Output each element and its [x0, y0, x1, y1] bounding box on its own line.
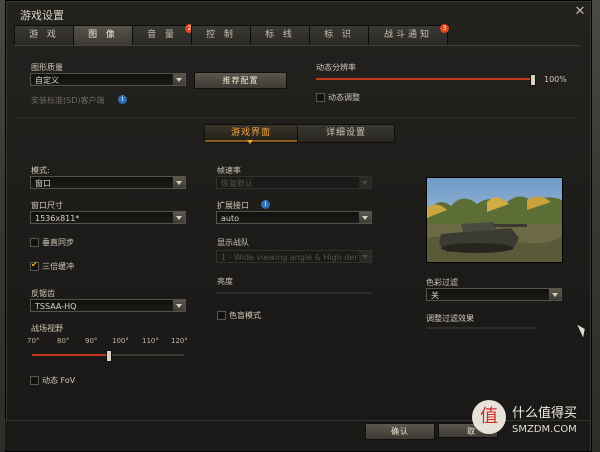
chevron-down-icon: [358, 251, 371, 262]
tab-battle-notifications[interactable]: 战斗通知 3: [368, 24, 449, 46]
fov-tick-label: 90°: [85, 337, 98, 345]
dynamic-resolution-label: 动态分辨率: [316, 63, 356, 72]
extended-interface-dropdown[interactable]: auto: [216, 211, 372, 224]
settings-tabs: 游 戏 图 像 音 量 2 控 制 标 线 标 识 战斗通知 3: [14, 24, 579, 46]
filter-strength-track[interactable]: [426, 327, 537, 329]
brightness-track[interactable]: [217, 292, 372, 294]
antialiasing-label: 反锯齿: [31, 289, 55, 298]
dynamic-resolution-value: 100%: [544, 75, 567, 84]
brightness-label: 亮度: [217, 277, 233, 286]
dynamic-resolution-fill: [316, 78, 534, 80]
quality-label: 图形质量: [31, 63, 63, 72]
antialiasing-dropdown[interactable]: TSSAA-HQ: [30, 299, 186, 312]
chevron-down-icon: [172, 212, 185, 223]
recommend-config-button[interactable]: 推荐配置: [194, 72, 287, 89]
notification-badge: 3: [440, 24, 449, 33]
color-filter-label: 色彩过滤: [426, 278, 458, 287]
mode-label: 模式:: [31, 166, 50, 175]
tab-markers[interactable]: 标 识: [309, 25, 369, 46]
display-team-dropdown: 1 - Wide viewing angle & High densi: [216, 250, 372, 263]
filter-strength-label: 调整过滤效果: [426, 314, 474, 323]
fov-tick-label: 70°: [27, 337, 40, 345]
fov-handle[interactable]: [106, 350, 112, 362]
chevron-down-icon: [358, 212, 371, 223]
watermark-url: SMZDM.COM: [512, 424, 577, 435]
confirm-button[interactable]: 确认: [365, 423, 435, 440]
dynamic-adjust-checkbox[interactable]: [316, 93, 325, 102]
window-title: 游戏设置: [20, 9, 64, 22]
triple-buffer-label: 三倍缓冲: [42, 262, 74, 271]
vsync-checkbox[interactable]: [30, 238, 39, 247]
framerate-dropdown: 恢复默认: [216, 176, 372, 189]
fov-tick-label: 100°: [112, 337, 129, 345]
sd-client-label: 安装标准(SD)客户端: [31, 96, 105, 105]
chevron-down-icon: [172, 74, 185, 85]
close-icon[interactable]: ✕: [574, 5, 586, 18]
chevron-down-icon: [172, 177, 185, 188]
extended-interface-label: 扩展接口: [217, 201, 249, 210]
tab-graphics[interactable]: 图 像: [73, 25, 133, 46]
framerate-label: 帧速率: [217, 166, 241, 175]
chevron-down-icon: [172, 300, 185, 311]
triple-buffer-checkbox[interactable]: [30, 260, 39, 271]
dynamic-resolution-handle[interactable]: [530, 74, 536, 86]
fov-tick-label: 110°: [142, 337, 159, 345]
colorblind-label: 色盲模式: [229, 311, 261, 320]
fov-fill: [32, 354, 108, 356]
quality-dropdown[interactable]: 自定义: [30, 73, 186, 86]
tab-controls[interactable]: 控 制: [191, 25, 251, 46]
colorblind-checkbox[interactable]: [217, 311, 226, 320]
info-icon[interactable]: i: [261, 200, 270, 209]
window-size-label: 窗口尺寸: [31, 201, 63, 210]
tank-preview-image: [426, 177, 563, 263]
watermark-text: 什么值得买: [512, 406, 578, 421]
section-divider: [14, 117, 579, 118]
caret-down-icon: [247, 140, 253, 144]
chevron-down-icon: [548, 289, 561, 300]
fov-tick-label: 120°: [171, 337, 188, 345]
display-team-label: 显示战队: [217, 238, 249, 247]
vsync-label: 垂直同步: [42, 238, 74, 247]
tab-sound[interactable]: 音 量 2: [132, 24, 194, 46]
tab-reticle[interactable]: 标 线: [250, 25, 310, 46]
mode-dropdown[interactable]: 窗口: [30, 176, 186, 189]
dynamic-fov-checkbox[interactable]: [30, 376, 39, 385]
tab-game[interactable]: 游 戏: [14, 25, 74, 46]
dynamic-fov-label: 动态 FoV: [42, 376, 76, 385]
site-watermark: 值 什么值得买 SMZDM.COM: [472, 396, 594, 446]
info-icon[interactable]: i: [118, 95, 127, 104]
dynamic-adjust-label: 动态调整: [328, 93, 360, 102]
fov-label: 战场视野: [31, 324, 63, 333]
window-size-dropdown[interactable]: 1536x811*: [30, 211, 186, 224]
chevron-down-icon: [358, 177, 371, 188]
tab-underline: [14, 45, 579, 46]
watermark-logo-icon: 值: [472, 400, 506, 434]
color-filter-dropdown[interactable]: 关: [426, 288, 562, 301]
fov-tick-label: 80°: [57, 337, 70, 345]
subtab-details[interactable]: 详细设置: [297, 124, 395, 143]
